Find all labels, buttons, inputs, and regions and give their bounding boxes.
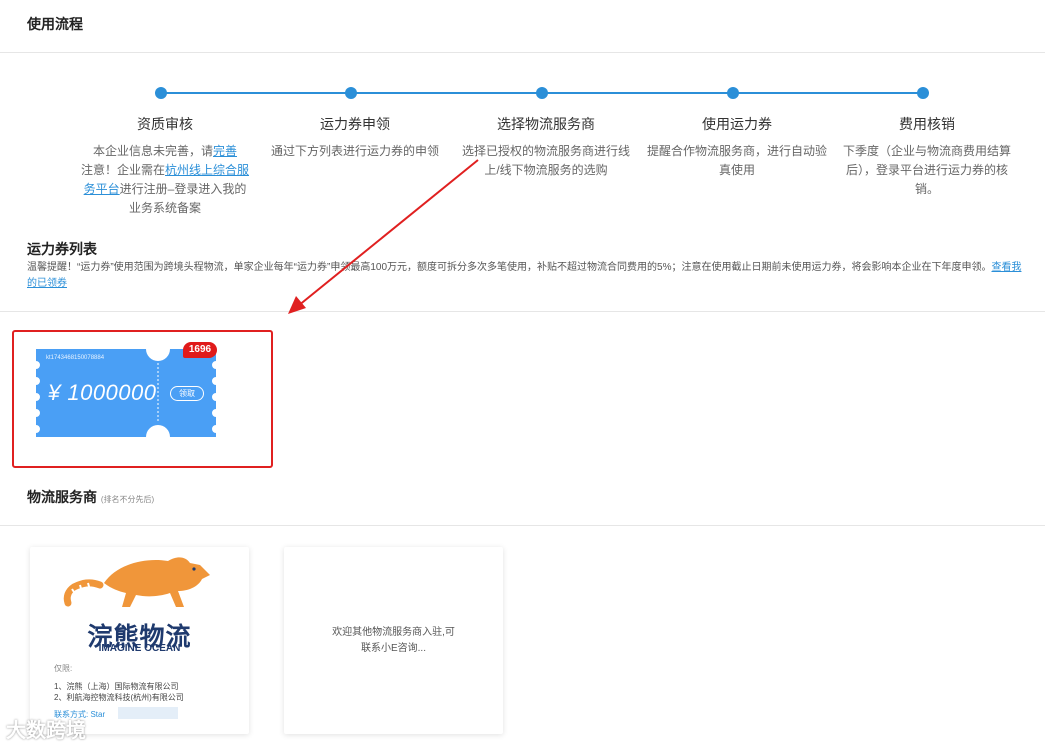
company-2: 2、利航海控物流科技(杭州)有限公司 xyxy=(54,693,184,702)
step-qualification: 资质审核 本企业信息未完善，请完善 注意！企业需在杭州线上综合服务平台进行注册–… xyxy=(75,114,255,218)
step-choose-provider: 选择物流服务商 选择已授权的物流服务商进行线上/线下物流服务的选购 xyxy=(456,114,636,180)
divider xyxy=(0,52,1045,53)
step-title: 运力券申领 xyxy=(320,116,390,132)
welcome-line: 联系小E咨询... xyxy=(360,643,426,654)
step-dot xyxy=(727,87,739,99)
coupon-card[interactable]: kt1743468150078884 ¥ 1000000 领取 xyxy=(36,349,216,437)
step-desc: 本企业信息未完善，请完善 注意！企业需在杭州线上综合服务平台进行注册–登录进入我… xyxy=(80,142,250,218)
step-title: 使用运力券 xyxy=(702,116,772,132)
company-1: 1、浣熊（上海）国际物流有限公司 xyxy=(54,682,179,691)
logo-en: IMAGINE OCEAN xyxy=(98,643,181,654)
provider-card[interactable]: 浣熊物流 IMAGINE OCEAN 仅限: 1、浣熊（上海）国际物流有限公司 … xyxy=(30,547,249,734)
step-dot xyxy=(917,87,929,99)
step-dot xyxy=(345,87,357,99)
step-write-off: 费用核销 下季度（企业与物流商费用结算后），登录平台进行运力券的核销。 xyxy=(837,114,1017,199)
step-dot xyxy=(536,87,548,99)
step-desc: 选择已授权的物流服务商进行线上/线下物流服务的选购 xyxy=(461,144,630,177)
notice-text: 温馨提醒！“运力券”使用范围为跨境头程物流，单家企业每年“运力券”申领最高100… xyxy=(27,262,992,273)
step-desc: 下季度（企业与物流商费用结算后），登录平台进行运力券的核销。 xyxy=(842,144,1011,196)
step-title: 资质审核 xyxy=(137,116,193,132)
join-provider-card[interactable]: 欢迎其他物流服务商入驻,可 联系小E咨询... xyxy=(284,547,503,734)
step-use-coupon: 使用运力券 提醒合作物流服务商，进行自动验真使用 xyxy=(647,114,827,180)
watermark: 大数跨境 xyxy=(6,720,86,742)
limit-label: 仅限: xyxy=(54,664,73,673)
step-desc: 提醒合作物流服务商，进行自动验真使用 xyxy=(647,144,828,177)
process-title: 使用流程 xyxy=(27,16,83,32)
providers-subtitle: (排名不分先后) xyxy=(100,495,155,504)
coupon-id: kt1743468150078884 xyxy=(46,355,105,361)
step-dot xyxy=(155,87,167,99)
divider xyxy=(0,525,1045,526)
raccoon-logo-icon xyxy=(63,557,210,607)
step-coupon-claim: 运力券申领 通过下方列表进行运力券的申领 xyxy=(265,114,445,161)
complete-info-link[interactable]: 完善 xyxy=(213,144,237,158)
coupon-count-badge: 1696 xyxy=(183,342,217,358)
claim-button[interactable]: 领取 xyxy=(170,386,204,401)
providers-title-text: 物流服务商 xyxy=(27,489,97,505)
step-desc: 通过下方列表进行运力券的申领 xyxy=(270,144,439,158)
step-title: 费用核销 xyxy=(899,116,955,132)
divider xyxy=(0,311,1045,312)
coupon-notice: 温馨提醒！“运力券”使用范围为跨境头程物流，单家企业每年“运力券”申领最高100… xyxy=(27,260,1027,292)
providers-title: 物流服务商 (排名不分先后) xyxy=(27,487,154,507)
contact-blur xyxy=(118,707,178,719)
welcome-text: 欢迎其他物流服务商入驻,可 联系小E咨询... xyxy=(284,625,503,657)
step-desc-text: 本企业信息未完善，请 xyxy=(92,144,213,158)
coupon-amount: ¥ 1000000 xyxy=(48,380,157,405)
step-desc-text: 注意！企业需在 xyxy=(80,163,165,177)
coupon-list-title: 运力券列表 xyxy=(27,241,97,257)
welcome-line: 欢迎其他物流服务商入驻,可 xyxy=(332,627,455,638)
step-desc-text: 进行注册–登录进入我的业务系统备案 xyxy=(119,182,247,215)
step-title: 选择物流服务商 xyxy=(497,116,595,132)
